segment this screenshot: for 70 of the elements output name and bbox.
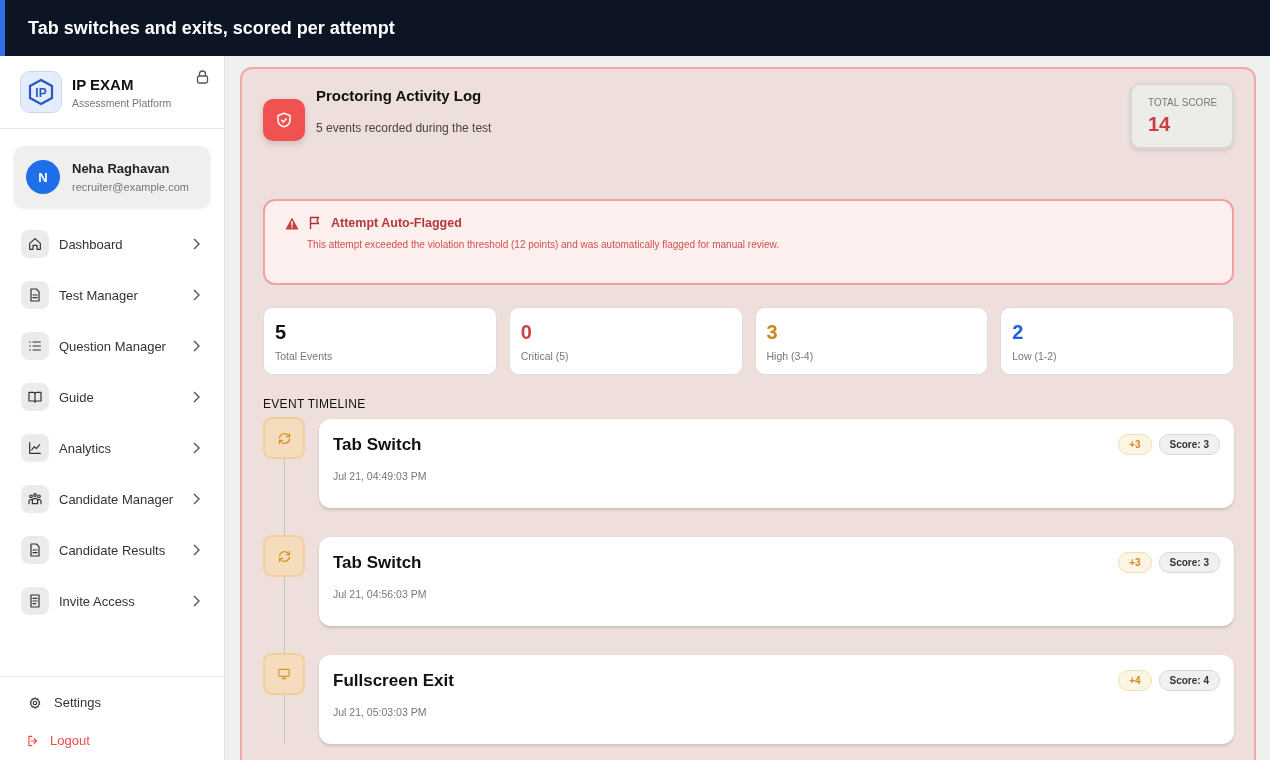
event-title: Tab Switch	[333, 434, 423, 455]
chevron-icon	[192, 391, 200, 403]
nav-item[interactable]: Dashboard	[0, 230, 224, 258]
stat-value: 3	[766, 321, 779, 344]
lock-icon[interactable]	[196, 70, 209, 84]
user-avatar: N	[26, 160, 60, 194]
nav-icon	[21, 383, 49, 411]
nav-item[interactable]: Test Manager	[0, 281, 224, 309]
user-card[interactable]: N Neha Raghavan recruiter@example.com	[14, 146, 210, 208]
score-badge: Score: 3	[1158, 552, 1220, 573]
timeline-heading: EVENT TIMELINE	[263, 397, 367, 411]
nav-item[interactable]: Candidate Manager	[0, 485, 224, 513]
chevron-icon	[192, 238, 200, 250]
alert-title: Attempt Auto-Flagged	[331, 216, 462, 230]
nav-item[interactable]: Guide	[0, 383, 224, 411]
alert-message: This attempt exceeded the violation threshold (12 points) and was automatically flagged for manual review.	[307, 239, 780, 250]
stat-value: 0	[520, 321, 533, 344]
event-title: Fullscreen Exit	[333, 670, 455, 691]
nav-item[interactable]: Analytics	[0, 434, 224, 462]
stat-value: 2	[1012, 321, 1025, 344]
stat-value: 5	[275, 321, 288, 344]
refresh-icon	[263, 417, 305, 459]
points-badge: +3	[1118, 552, 1152, 573]
monitor-icon	[263, 653, 305, 695]
logout-icon	[26, 733, 40, 748]
points-badge: +3	[1118, 434, 1152, 455]
nav-icon	[21, 230, 49, 258]
gear-icon	[28, 695, 42, 710]
score-badge: Score: 3	[1158, 434, 1220, 455]
nav-icon	[21, 332, 49, 360]
stat-label: Critical (5)	[520, 350, 570, 362]
user-name: Neha Raghavan	[72, 161, 171, 176]
chevron-icon	[192, 289, 200, 301]
brand-tagline: Assessment Platform	[72, 96, 172, 109]
stat-label: High (3-4)	[766, 350, 815, 362]
nav-icon	[21, 587, 49, 615]
nav-icon	[21, 434, 49, 462]
logo-icon: IP	[20, 71, 62, 113]
event-time: Jul 21, 04:49:03 PM	[333, 470, 428, 482]
flag-icon	[309, 216, 321, 230]
stat-label: Low (1-2)	[1012, 350, 1058, 362]
banner-title: Tab switches and exits, scored per attempt	[28, 17, 395, 39]
chevron-icon	[192, 493, 200, 505]
chevron-icon	[192, 340, 200, 352]
nav-icon	[21, 536, 49, 564]
nav-item[interactable]: Question Manager	[0, 332, 224, 360]
stat-label: Total Events	[275, 350, 334, 362]
nav-icon	[21, 485, 49, 513]
log-subtitle: 5 events recorded during the test	[316, 121, 493, 135]
event-time: Jul 21, 04:56:03 PM	[333, 588, 428, 600]
chevron-icon	[192, 595, 200, 607]
warning-icon	[285, 216, 299, 230]
points-badge: +4	[1118, 670, 1152, 691]
nav-item[interactable]: Invite Access	[0, 587, 224, 615]
chevron-icon	[192, 544, 200, 556]
event-title: Tab Switch	[333, 552, 423, 573]
brand-name: IP EXAM	[72, 75, 135, 93]
chevron-icon	[192, 442, 200, 454]
user-email: recruiter@example.com	[72, 181, 189, 193]
settings-link[interactable]: Settings	[28, 695, 224, 710]
log-title: Proctoring Activity Log	[316, 87, 483, 104]
score-badge: Score: 4	[1158, 670, 1220, 691]
nav-item[interactable]: Candidate Results	[0, 536, 224, 564]
total-score-label: TOTAL SCORE	[1148, 96, 1219, 108]
nav-icon	[21, 281, 49, 309]
shield-icon	[263, 99, 305, 141]
event-time: Jul 21, 05:03:03 PM	[333, 706, 428, 718]
total-score-value: 14	[1148, 112, 1172, 136]
logout-link[interactable]: Logout	[26, 733, 224, 748]
refresh-icon	[263, 535, 305, 577]
